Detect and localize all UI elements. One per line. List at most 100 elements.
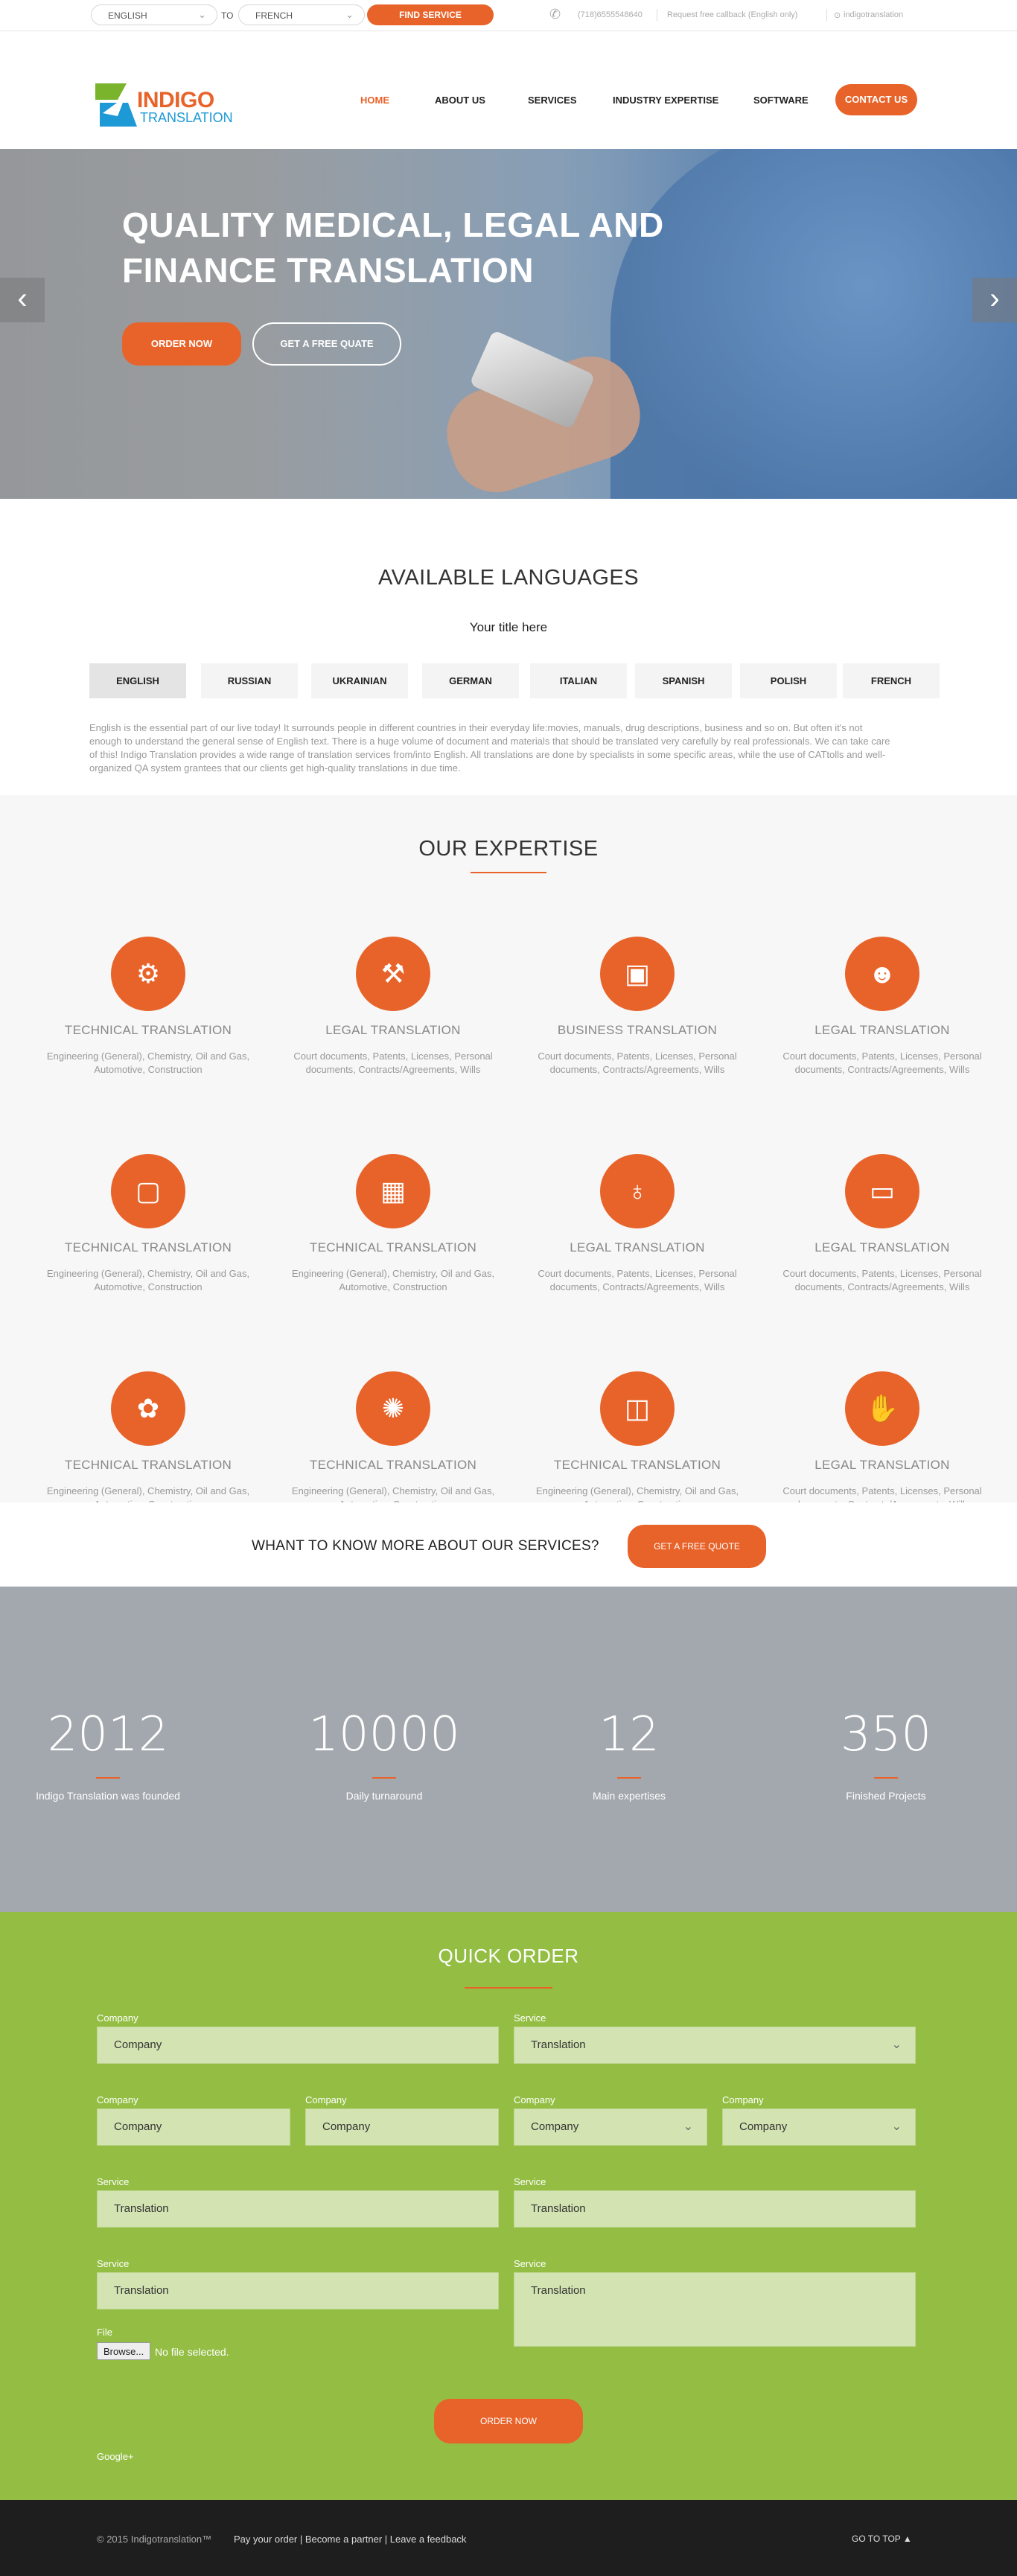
languages-subtitle: Your title here [469, 620, 548, 634]
briefcase-icon: ▣ [600, 937, 675, 1011]
textarea-field[interactable]: Translation [514, 2272, 916, 2347]
field-label: Service [97, 2176, 130, 2187]
slider-prev-button[interactable]: ‹ [0, 278, 45, 322]
field-value: Translation [114, 2284, 169, 2297]
stats-section: 2012 Indigo Translation was founded 10000 D… [0, 1587, 1017, 1912]
tab-german[interactable]: GERMAN [422, 663, 519, 698]
nav-services[interactable]: SERVICES [528, 95, 577, 106]
stat-value: 10000 [308, 1707, 460, 1762]
field-value: Translation [114, 2202, 169, 2215]
input-field[interactable]: Company [305, 2108, 499, 2146]
nav-industry-expertise[interactable]: INDUSTRY EXPERTISE [613, 95, 718, 106]
slider-next-button[interactable]: › [972, 278, 1017, 322]
input-field[interactable]: Translation [97, 2190, 499, 2228]
select-field[interactable]: Translation ⌄ [514, 2027, 916, 2064]
chevron-down-icon: ⌄ [891, 2120, 902, 2133]
expertise-title: TECHNICAL TRANSLATION [64, 1458, 232, 1472]
field-value: Translation [531, 2284, 586, 2297]
callback-link[interactable]: Request free callback (English only) [667, 10, 797, 19]
tab-spanish[interactable]: SPANISH [635, 663, 732, 698]
tab-polish[interactable]: POLISH [740, 663, 837, 698]
languages-heading: AVAILABLE LANGUAGES [377, 566, 640, 590]
input-field[interactable]: Translation [97, 2272, 499, 2309]
expertise-title: LEGAL TRANSLATION [814, 1023, 950, 1037]
file-label: File [97, 2327, 112, 2338]
input-field[interactable]: Company [97, 2108, 290, 2146]
field-label: Service [514, 2176, 546, 2187]
field-value: Company [114, 2038, 162, 2051]
expertise-title: LEGAL TRANSLATION [814, 1458, 950, 1472]
field-label: Service [514, 2258, 546, 2269]
skype-link[interactable]: indigotranslation [844, 10, 903, 19]
lightbulb-icon: ♁ [600, 1154, 675, 1228]
stat-divider [372, 1777, 396, 1779]
expertise-description: Court documents, Patents, Licenses, Pers… [538, 1268, 737, 1292]
gears-icon: ⚙ [111, 937, 185, 1011]
language-description: English is the essential part of our liv… [89, 722, 890, 774]
get-quote-button[interactable]: GET A FREE QUOTE [628, 1525, 766, 1568]
expertise-description: Engineering (General), Chemistry, Oil an… [46, 1051, 250, 1075]
free-quote-button[interactable]: GET A FREE QUATE [252, 322, 401, 366]
chevron-down-icon: ⌄ [891, 2038, 902, 2051]
logo-text-bottom: TRANSLATION [140, 110, 233, 125]
tab-french[interactable]: FRENCH [843, 663, 940, 698]
chevron-down-icon: ⌄ [683, 2120, 693, 2133]
expertise-title: TECHNICAL TRANSLATION [64, 1240, 232, 1254]
expertise-title: TECHNICAL TRANSLATION [64, 1023, 232, 1037]
go-to-top-button[interactable]: GO TO TOP ▲ [852, 2534, 912, 2544]
logo-text-top: INDIGO [137, 88, 214, 112]
expertise-title: BUSINESS TRANSLATION [557, 1023, 718, 1037]
atom-icon: ✺ [356, 1371, 430, 1446]
cta-text: WHANT TO KNOW MORE ABOUT OUR SERVICES? [252, 1538, 599, 1554]
field-value: Translation [531, 2038, 586, 2051]
top-bar: ENGLISH ⌄ TO FRENCH ⌄ FIND SERVICE ✆ (71… [0, 0, 1017, 31]
phone-number[interactable]: (718)6555548640 [578, 10, 643, 19]
expertise-description: Court documents, Patents, Licenses, Pers… [782, 1051, 982, 1075]
select-field[interactable]: Company ⌄ [514, 2108, 707, 2146]
tab-ukrainian[interactable]: UKRAINIAN [311, 663, 408, 698]
order-heading: QUICK ORDER [438, 1945, 579, 1967]
expertise-title: LEGAL TRANSLATION [814, 1240, 950, 1254]
find-service-button[interactable]: FIND SERVICE [367, 4, 494, 25]
from-language-value: ENGLISH [108, 10, 147, 21]
stat-divider [874, 1777, 898, 1779]
expertise-title: LEGAL TRANSLATION [325, 1023, 461, 1037]
logo[interactable]: INDIGO TRANSLATION [95, 83, 237, 127]
google-plus-link[interactable]: Google+ [97, 2451, 134, 2462]
field-label: Service [97, 2258, 130, 2269]
tab-russian[interactable]: RUSSIAN [201, 663, 298, 698]
expertise-title: LEGAL TRANSLATION [570, 1240, 705, 1254]
input-field[interactable]: Translation [514, 2190, 916, 2228]
gavel-icon: ⚒ [356, 937, 430, 1011]
nav-about-us[interactable]: ABOUT US [435, 95, 485, 106]
phone-icon: ✆ [549, 7, 561, 22]
contact-us-button[interactable]: CONTACT US [835, 84, 917, 115]
to-label: TO [221, 10, 234, 21]
select-field[interactable]: Company ⌄ [722, 2108, 916, 2146]
tab-english[interactable]: ENGLISH [89, 663, 186, 698]
expertise-title: TECHNICAL TRANSLATION [309, 1240, 477, 1254]
heading-underline [465, 1987, 552, 1989]
field-label: Company [514, 2094, 555, 2105]
to-language-select[interactable]: FRENCH ⌄ [238, 4, 365, 25]
expertise-description: Engineering (General), Chemistry, Oil an… [291, 1268, 495, 1292]
from-language-select[interactable]: ENGLISH ⌄ [91, 4, 217, 25]
order-submit-button[interactable]: ORDER NOW [434, 2399, 583, 2443]
film-icon: ▦ [356, 1154, 430, 1228]
chevron-down-icon: ⌄ [198, 9, 206, 20]
nav-software[interactable]: SOFTWARE [753, 95, 809, 106]
skype-icon: ⊙ [834, 11, 841, 20]
tab-italian[interactable]: ITALIAN [530, 663, 627, 698]
nav-home[interactable]: HOME [360, 95, 389, 106]
stat-label: Indigo Translation was founded [36, 1790, 180, 1802]
order-now-button[interactable]: ORDER NOW [122, 322, 241, 366]
input-field[interactable]: Company [97, 2027, 499, 2064]
stat-divider [617, 1777, 641, 1779]
browse-button[interactable]: Browse... [97, 2342, 151, 2360]
stat-value: 350 [840, 1707, 932, 1762]
footer-links[interactable]: Pay your order | Become a partner | Leav… [234, 2534, 466, 2545]
stat-label: Daily turnaround [345, 1790, 423, 1802]
divider [826, 9, 827, 21]
thumbs-up-icon: ✋ [845, 1371, 919, 1446]
expertise-description: Court documents, Patents, Licenses, Pers… [293, 1051, 493, 1075]
